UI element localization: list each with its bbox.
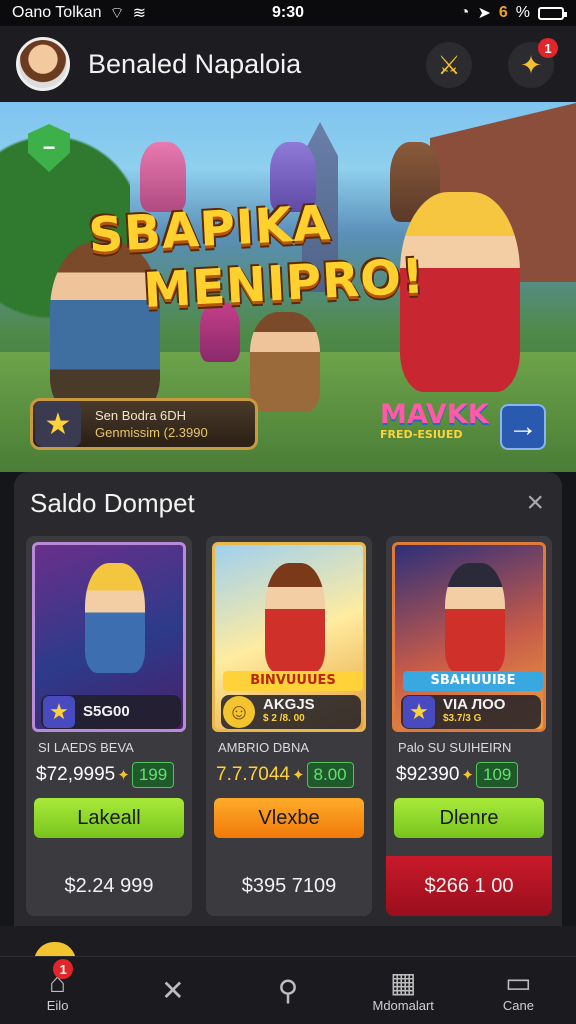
- character-illustration: [250, 312, 320, 412]
- promo-line1: Sen Bodra 6DH: [95, 408, 187, 423]
- card-reward-pill: ★ VIA ЛОО $3.7/3 G: [401, 695, 541, 729]
- shield-symbol: −: [42, 135, 56, 160]
- signal-icon: ⌔: [109, 5, 125, 22]
- status-left: Oano Tolkan ⌔ ≋: [12, 3, 146, 23]
- event-badge-title: MAVKK: [380, 399, 489, 430]
- page-title: Benaled Napaloia: [88, 48, 302, 79]
- nav-label: Cane: [502, 998, 534, 1013]
- card-badge: 199: [131, 762, 175, 788]
- card-action-button[interactable]: Dlenre: [394, 798, 544, 838]
- card-banner: SBAHUUIBE: [403, 671, 543, 691]
- wallet-card[interactable]: BINVUUUES ☺ AKGJS $ 2 /8. 00 AMBRIO DBNA…: [206, 536, 372, 916]
- search-icon: ⚲: [277, 974, 299, 1006]
- location-icon: ➤: [477, 5, 491, 22]
- battery-icon: [538, 6, 567, 20]
- sword-icon[interactable]: ⚔: [426, 42, 472, 88]
- app-header: Benaled Napaloia ⚔ ✦ 1: [0, 26, 576, 102]
- nav-search[interactable]: ⚲: [230, 957, 345, 1024]
- nav-game[interactable]: ▭ Cane: [461, 957, 576, 1024]
- avatar[interactable]: [16, 37, 70, 91]
- close-icon: ✕: [161, 974, 185, 1006]
- character-illustration: [445, 563, 505, 673]
- card-footer: $266 1 00: [386, 856, 552, 916]
- reward-sub: $ 2 /8. 00: [263, 713, 305, 724]
- card-artwork: BINVUUUES ☺ AKGJS $ 2 /8. 00: [212, 542, 366, 732]
- sparkle-icon: ✦: [291, 767, 305, 784]
- nav-label: Mdomalart: [372, 998, 434, 1013]
- arrow-glyph: →: [508, 410, 538, 443]
- star-icon: ★: [403, 696, 435, 728]
- close-icon[interactable]: ×: [526, 486, 544, 520]
- reward-amount: S5G00: [83, 703, 130, 720]
- sparkle-icon: ✦: [461, 767, 474, 784]
- notification-badge: 1: [53, 959, 74, 979]
- hero-title: SBAPIKA MENIРRO!: [87, 189, 426, 322]
- character-illustration: [85, 563, 145, 673]
- card-footer: $2.24 999: [64, 874, 154, 897]
- nav-label: Eilo: [46, 998, 69, 1013]
- card-price-row: $92390 ✦ 109: [396, 762, 519, 788]
- store-icon: ▦: [389, 967, 417, 998]
- card-price: $92390: [396, 764, 460, 785]
- character-illustration: [265, 563, 325, 673]
- wifi-icon: ≋: [132, 5, 146, 22]
- card-banner: BINVUUUES: [223, 671, 363, 691]
- card-footer: $395 7109: [241, 874, 337, 897]
- clock: 9:30: [271, 4, 305, 21]
- card-artwork: SBAHUUIBE ★ VIA ЛОО $3.7/3 G: [392, 542, 546, 732]
- bell-icon: ✦: [520, 49, 542, 80]
- wallet-panel: Saldo Dompet × ★ S5G00 SI LAEDS BEVA $72…: [14, 472, 562, 926]
- coin-icon: ☺: [223, 696, 255, 728]
- promo-pill[interactable]: ★ Sen Bodra 6DH Genmissim (2.3990: [30, 398, 258, 450]
- card-action-button[interactable]: Lakeall: [34, 798, 184, 838]
- card-price: 7.7.7044: [216, 764, 290, 785]
- sparkle-icon: ✦: [117, 767, 130, 784]
- arrow-right-icon[interactable]: →: [500, 404, 546, 450]
- game-icon: ▭: [505, 967, 532, 998]
- card-reward-pill: ☺ AKGJS $ 2 /8. 00: [221, 695, 361, 729]
- next-section-peek: [0, 926, 576, 962]
- reward-text: AKGJS $ 2 /8. 00: [263, 696, 315, 726]
- card-label: AMBRIO DBNA: [218, 740, 310, 755]
- status-right: ◔ ➤ 6 %: [459, 3, 567, 23]
- card-price-row: $72,9995 ✦ 199: [36, 762, 175, 788]
- star-icon: ★: [43, 696, 75, 728]
- hero-banner[interactable]: − SBAPIKA MENIРRO! ★ Sen Bodra 6DH Genmi…: [0, 102, 576, 472]
- notification-badge: 1: [538, 38, 558, 58]
- card-label: Palo SU SUIHEIRN: [398, 740, 512, 755]
- wallet-title: Saldo Dompet: [30, 488, 195, 518]
- battery-percent: %: [515, 4, 530, 21]
- card-reward-pill: ★ S5G00: [41, 695, 181, 729]
- card-label: SI LAEDS BEVA: [38, 740, 134, 755]
- wallet-card[interactable]: ★ S5G00 SI LAEDS BEVA $72,9995 ✦ 199 Lak…: [26, 536, 192, 916]
- reward-amount: AKGJS: [263, 696, 315, 713]
- event-badge[interactable]: MAVKK FRED-ESIUED: [380, 399, 489, 442]
- nav-store[interactable]: ▦ Mdomalart: [346, 957, 461, 1024]
- alarm-icon: ◔: [459, 4, 470, 21]
- battery-level: 6: [498, 4, 508, 21]
- nav-close[interactable]: ✕: [115, 957, 230, 1024]
- status-bar: Oano Tolkan ⌔ ≋ 9:30 ◔ ➤ 6 %: [0, 0, 576, 26]
- star-icon: ★: [35, 401, 81, 447]
- carrier-name: Oano Tolkan: [12, 4, 102, 21]
- bell-button[interactable]: ✦ 1: [508, 38, 558, 88]
- card-artwork: ★ S5G00: [32, 542, 186, 732]
- card-price-row: 7.7.7044 ✦ 8.00: [216, 762, 354, 788]
- card-badge: 109: [475, 762, 519, 788]
- promo-line2: Genmissim (2.3990: [95, 425, 208, 440]
- promo-text: Sen Bodra 6DH Genmissim (2.3990: [95, 407, 208, 441]
- card-action-button[interactable]: Vlexbe: [214, 798, 364, 838]
- wallet-card[interactable]: SBAHUUIBE ★ VIA ЛОО $3.7/3 G Palo SU SUI…: [386, 536, 552, 916]
- event-badge-sub: FRED-ESIUED: [380, 428, 463, 441]
- card-badge: 8.00: [306, 762, 354, 788]
- bottom-nav: ⌂ Eilo 1 ✕ ⚲ ▦ Mdomalart ▭ Cane: [0, 956, 576, 1024]
- card-price: $72,9995: [36, 764, 116, 785]
- reward-text: VIA ЛОО $3.7/3 G: [443, 696, 506, 726]
- reward-amount: VIA ЛОО: [443, 696, 506, 713]
- nav-home[interactable]: ⌂ Eilo 1: [0, 957, 115, 1024]
- reward-sub: $3.7/3 G: [443, 713, 482, 724]
